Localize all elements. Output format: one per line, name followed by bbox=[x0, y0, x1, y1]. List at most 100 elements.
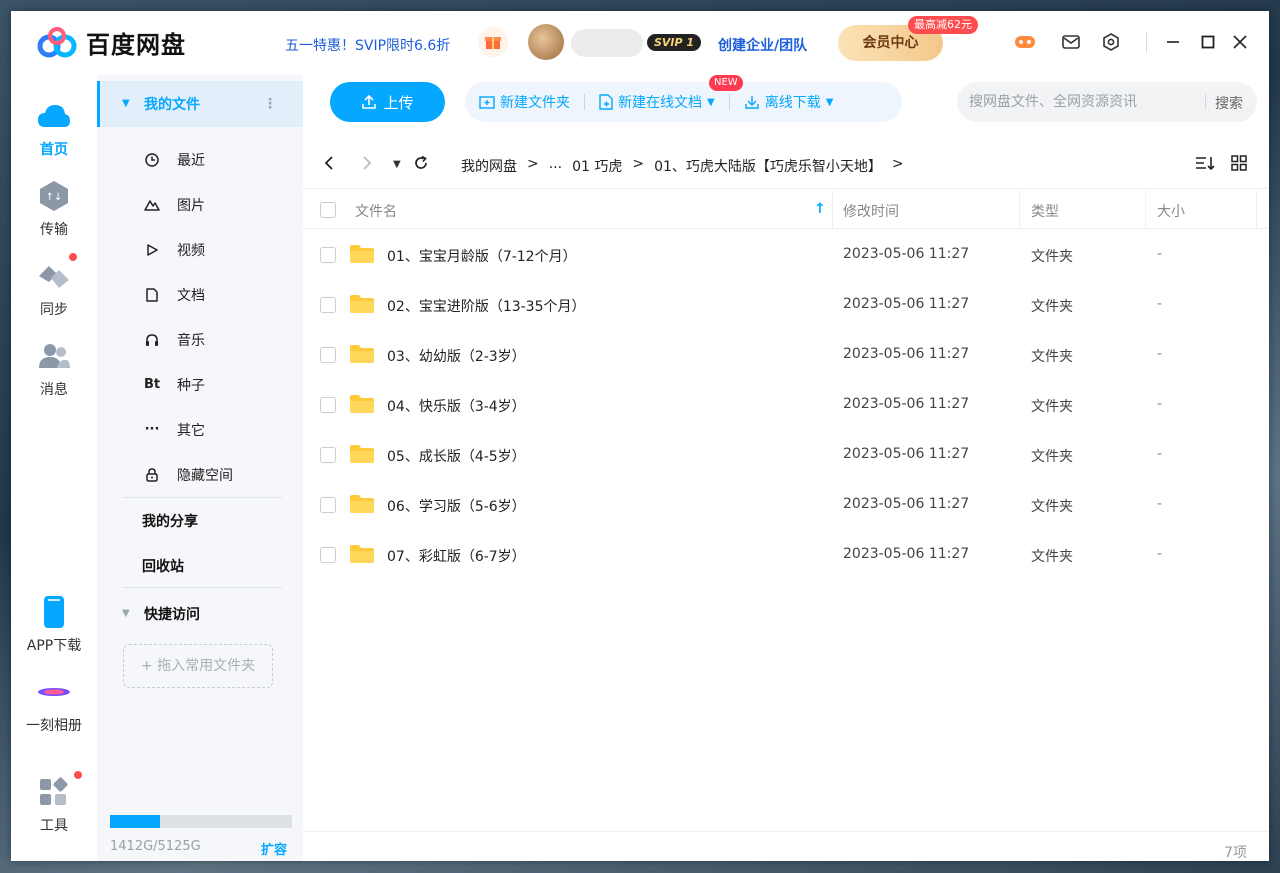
forward-icon[interactable] bbox=[361, 155, 373, 175]
username-blurred[interactable] bbox=[571, 29, 643, 57]
column-divider bbox=[832, 191, 833, 229]
settings-icon[interactable] bbox=[1100, 31, 1122, 53]
file-type: 文件夹 bbox=[1031, 399, 1073, 415]
table-row[interactable]: 01、宝宝月龄版（7-12个月） 2023-05-06 11:27 文件夹 - bbox=[303, 230, 1269, 280]
file-name[interactable]: 03、幼幼版（2-3岁） bbox=[387, 346, 526, 366]
action-toolbar: 新建文件夹 新建在线文档 ▼ 离线下载 ▼ bbox=[465, 82, 902, 122]
table-row[interactable]: 07、彩虹版（6-7岁） 2023-05-06 11:27 文件夹 - bbox=[303, 530, 1269, 580]
maximize-icon[interactable] bbox=[1194, 29, 1222, 55]
file-name[interactable]: 02、宝宝进阶版（13-35个月） bbox=[387, 296, 586, 316]
storage-quota-bar bbox=[110, 815, 292, 828]
refresh-icon[interactable] bbox=[413, 155, 429, 175]
breadcrumb-folder[interactable]: 01 巧虎 bbox=[572, 156, 622, 176]
sidebar-item-other[interactable]: ··· 其它 bbox=[97, 407, 303, 452]
table-row[interactable]: 05、成长版（4-5岁） 2023-05-06 11:27 文件夹 - bbox=[303, 430, 1269, 480]
close-icon[interactable] bbox=[1226, 29, 1254, 55]
file-type: 文件夹 bbox=[1031, 349, 1073, 365]
offline-download-button[interactable]: 离线下载 ▼ bbox=[730, 92, 848, 112]
rail-item-tools[interactable]: 工具 bbox=[11, 771, 97, 835]
table-row[interactable]: 02、宝宝进阶版（13-35个月） 2023-05-06 11:27 文件夹 - bbox=[303, 280, 1269, 330]
drag-folder-dropzone[interactable]: + 拖入常用文件夹 bbox=[123, 644, 273, 688]
row-checkbox[interactable] bbox=[320, 547, 336, 563]
file-type: 文件夹 bbox=[1031, 249, 1073, 265]
row-checkbox[interactable] bbox=[320, 247, 336, 263]
rail-item-album[interactable]: 一刻相册 bbox=[11, 675, 97, 735]
new-folder-button[interactable]: 新建文件夹 bbox=[465, 92, 584, 112]
row-checkbox[interactable] bbox=[320, 397, 336, 413]
column-header-type[interactable]: 类型 bbox=[1031, 201, 1059, 221]
rail-item-sync[interactable]: 同步 bbox=[11, 253, 97, 319]
upload-button[interactable]: 上传 bbox=[330, 82, 445, 122]
mail-icon[interactable] bbox=[1060, 31, 1082, 53]
search-button[interactable]: 搜索 bbox=[1215, 93, 1243, 113]
file-name[interactable]: 07、彩虹版（6-7岁） bbox=[387, 546, 526, 566]
history-dropdown-icon[interactable]: ▼ bbox=[393, 159, 401, 170]
file-name[interactable]: 06、学习版（5-6岁） bbox=[387, 496, 526, 516]
rail-item-home[interactable]: 首页 bbox=[11, 99, 97, 159]
rail-item-app-download[interactable]: APP下载 bbox=[11, 595, 97, 655]
sidebar-quick-access[interactable]: ▼ 快捷访问 bbox=[97, 591, 303, 636]
nav-rail: 首页 ↑↓ 传输 同步 消息 APP下载 一刻相册 工具 bbox=[11, 75, 97, 861]
new-online-doc-button[interactable]: 新建在线文档 ▼ bbox=[585, 92, 729, 112]
breadcrumb-ellipsis[interactable]: ... bbox=[549, 156, 562, 176]
row-checkbox[interactable] bbox=[320, 297, 336, 313]
sidebar-item-hidden-space[interactable]: 隐藏空间 bbox=[97, 452, 303, 497]
file-name[interactable]: 01、宝宝月龄版（7-12个月） bbox=[387, 246, 577, 266]
column-header-size[interactable]: 大小 bbox=[1157, 201, 1185, 221]
table-row[interactable]: 06、学习版（5-6岁） 2023-05-06 11:27 文件夹 - bbox=[303, 480, 1269, 530]
grid-view-icon[interactable] bbox=[1231, 155, 1247, 175]
modified-time: 2023-05-06 11:27 bbox=[843, 296, 970, 312]
title-bar: 百度网盘 五一特惠！SVIP限时6.6折 SVIP 1 创建企业/团队 会员中心… bbox=[11, 11, 1269, 75]
transfer-icon: ↑↓ bbox=[37, 179, 71, 213]
sidebar-recycle-bin[interactable]: 回收站 bbox=[97, 543, 303, 588]
vip-discount-badge: 最高减62元 bbox=[908, 16, 978, 34]
table-header: 文件名 ↑ 修改时间 类型 大小 bbox=[303, 191, 1269, 229]
breadcrumb-separator: > bbox=[632, 156, 645, 172]
caret-down-icon: ▼ bbox=[122, 608, 130, 619]
create-enterprise-link[interactable]: 创建企业/团队 bbox=[718, 35, 807, 55]
file-size: - bbox=[1157, 396, 1163, 412]
select-all-checkbox[interactable] bbox=[320, 202, 336, 218]
dropdown-arrow-icon: ▼ bbox=[825, 96, 834, 108]
breadcrumb-current[interactable]: 01、巧虎大陆版【巧虎乐智小天地】 bbox=[654, 156, 882, 176]
expand-storage-link[interactable]: 扩容 bbox=[261, 839, 287, 858]
game-icon[interactable] bbox=[1014, 31, 1036, 53]
rail-item-messages[interactable]: 消息 bbox=[11, 339, 97, 399]
sidebar-my-share[interactable]: 我的分享 bbox=[97, 498, 303, 543]
file-size: - bbox=[1157, 346, 1163, 362]
more-icon[interactable]: ⋮ bbox=[263, 96, 277, 112]
message-icon bbox=[37, 339, 71, 373]
modified-time: 2023-05-06 11:27 bbox=[843, 246, 970, 262]
status-bar: 7项 bbox=[303, 831, 1269, 861]
column-header-name[interactable]: 文件名 bbox=[355, 201, 397, 221]
sidebar-my-files[interactable]: ▼ 我的文件 ⋮ bbox=[97, 81, 303, 126]
minimize-icon[interactable] bbox=[1159, 29, 1187, 55]
sidebar-item-music[interactable]: 音乐 bbox=[97, 317, 303, 362]
sort-icon[interactable] bbox=[1195, 155, 1215, 175]
column-header-modified[interactable]: 修改时间 bbox=[843, 201, 899, 221]
sidebar-item-torrents[interactable]: Bt 种子 bbox=[97, 362, 303, 407]
gift-icon[interactable] bbox=[478, 27, 508, 57]
row-checkbox[interactable] bbox=[320, 497, 336, 513]
sidebar-item-videos[interactable]: 视频 bbox=[97, 227, 303, 272]
offline-download-label: 离线下载 bbox=[764, 95, 821, 111]
row-checkbox[interactable] bbox=[320, 347, 336, 363]
sort-ascending-icon[interactable]: ↑ bbox=[814, 201, 826, 217]
phone-icon bbox=[37, 595, 71, 629]
storage-quota-text: 1412G/5125G bbox=[110, 839, 201, 854]
rail-item-transfer[interactable]: ↑↓ 传输 bbox=[11, 179, 97, 239]
row-checkbox[interactable] bbox=[320, 447, 336, 463]
file-name[interactable]: 05、成长版（4-5岁） bbox=[387, 446, 526, 466]
back-icon[interactable] bbox=[323, 155, 335, 175]
sidebar-item-recent[interactable]: 最近 bbox=[97, 137, 303, 182]
file-name[interactable]: 04、快乐版（3-4岁） bbox=[387, 396, 526, 416]
table-row[interactable]: 04、快乐版（3-4岁） 2023-05-06 11:27 文件夹 - bbox=[303, 380, 1269, 430]
table-row[interactable]: 03、幼幼版（2-3岁） 2023-05-06 11:27 文件夹 - bbox=[303, 330, 1269, 380]
promo-link[interactable]: 五一特惠！SVIP限时6.6折 bbox=[285, 35, 450, 55]
breadcrumb-root[interactable]: 我的网盘 bbox=[461, 156, 517, 176]
app-logo[interactable]: 百度网盘 bbox=[36, 25, 186, 60]
avatar[interactable] bbox=[528, 24, 564, 60]
search-input[interactable] bbox=[969, 82, 1199, 122]
sidebar-item-images[interactable]: 图片 bbox=[97, 182, 303, 227]
sidebar-item-documents[interactable]: 文档 bbox=[97, 272, 303, 317]
